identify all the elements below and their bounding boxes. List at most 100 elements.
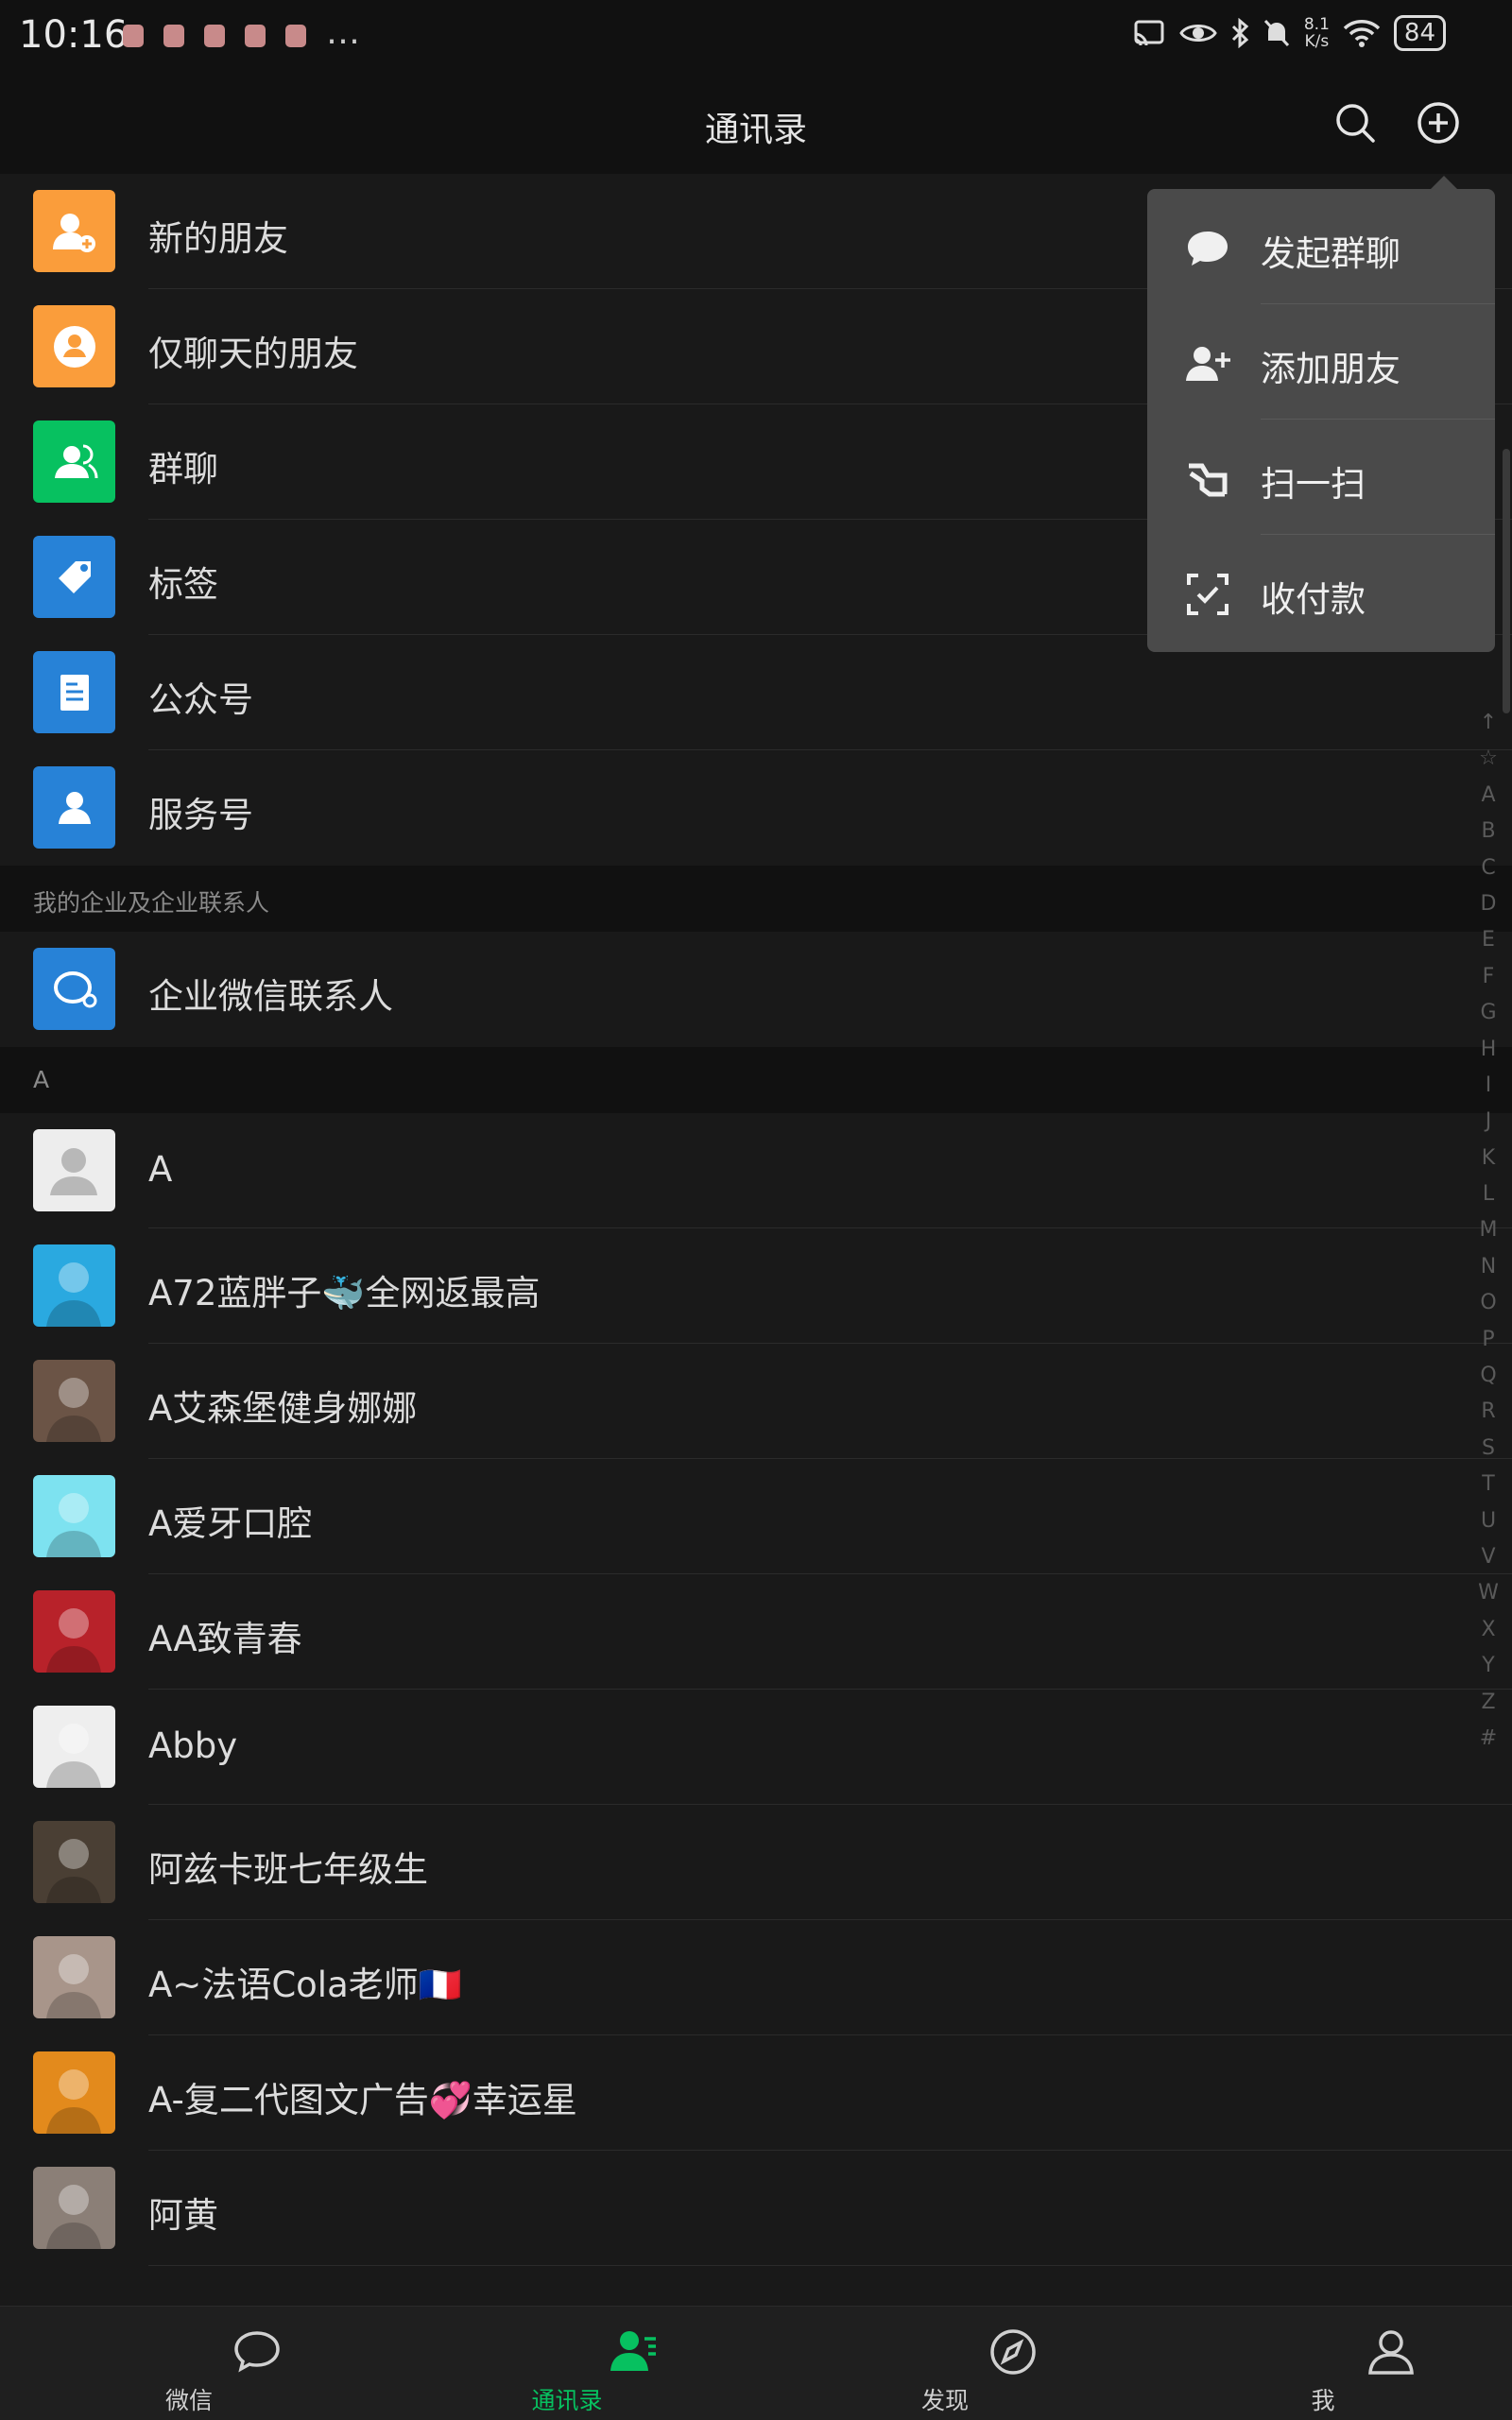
index-letter[interactable]: N — [1474, 1255, 1503, 1291]
avatar — [33, 1129, 115, 1211]
tab-bar: 微信 通讯录 发现 我 — [0, 2306, 1512, 2420]
index-letter[interactable]: M — [1474, 1218, 1503, 1254]
index-letter[interactable]: L — [1474, 1182, 1503, 1218]
popup-menu-item[interactable]: 添加朋友 — [1147, 304, 1495, 420]
popup-menu-item[interactable]: 收付款 — [1147, 535, 1495, 650]
index-letter[interactable]: V — [1474, 1545, 1503, 1581]
contact-name: A艾森堡健身娜娜 — [148, 1388, 418, 1429]
notification-icon — [123, 25, 144, 47]
avatar — [33, 1821, 115, 1903]
index-letter[interactable]: H — [1474, 1038, 1503, 1073]
entry-label: 服务号 — [148, 795, 253, 835]
index-letter[interactable]: F — [1474, 965, 1503, 1001]
contact-name: A爱牙口腔 — [148, 1503, 313, 1544]
index-letter[interactable]: T — [1474, 1472, 1503, 1508]
index-letter[interactable]: J — [1474, 1109, 1503, 1145]
index-letter[interactable]: A — [1474, 783, 1503, 819]
tab-label: 我 — [1311, 2387, 1335, 2414]
index-letter[interactable]: C — [1474, 856, 1503, 892]
add-friend-icon — [33, 190, 115, 272]
contact-row[interactable]: A~法语Cola老师🇫🇷 — [0, 1920, 1512, 2035]
contact-row[interactable]: A — [0, 1113, 1512, 1228]
index-letter[interactable]: ☆ — [1474, 747, 1503, 782]
tab-compass[interactable]: 发现 — [850, 2307, 1040, 2420]
popup-menu-label: 收付款 — [1261, 579, 1366, 620]
official-account-icon — [33, 651, 115, 733]
bluetooth-icon — [1231, 18, 1249, 48]
menu-entry-service-account[interactable]: 服务号 — [0, 750, 1512, 866]
tab-label: 微信 — [164, 2387, 213, 2414]
tab-label: 发现 — [920, 2387, 969, 2414]
nav-bar: 通讯录 — [0, 76, 1512, 174]
entry-label: 新的朋友 — [148, 218, 288, 259]
chat-only-icon — [33, 305, 115, 387]
alphabet-index[interactable]: ↑ ☆ A B C D E F G H I J K L M N O P Q R S T U V W X Y Z # — [1474, 711, 1503, 1762]
index-letter[interactable]: D — [1474, 892, 1503, 928]
contact-row[interactable]: 阿兹卡班七年级生 — [0, 1805, 1512, 1920]
contact-row[interactable]: Abby — [0, 1690, 1512, 1805]
avatar — [33, 1706, 115, 1788]
entry-label: 标签 — [148, 564, 218, 605]
index-letter[interactable]: I — [1474, 1073, 1503, 1109]
enterprise-contacts-item[interactable]: 企业微信联系人 — [0, 932, 1512, 1047]
contact-row[interactable]: A72蓝胖子🐳全网返最高 — [0, 1228, 1512, 1344]
page-title: 通讯录 — [704, 111, 807, 149]
scrollbar[interactable] — [1503, 449, 1510, 713]
popup-menu-item[interactable]: 发起群聊 — [1147, 189, 1495, 304]
entry-label: 群聊 — [148, 449, 218, 489]
index-letter[interactable]: O — [1474, 1291, 1503, 1327]
contact-name: AA致青春 — [148, 1619, 302, 1659]
index-letter[interactable]: X — [1474, 1618, 1503, 1654]
tab-contacts[interactable]: 通讯录 — [472, 2307, 662, 2420]
mute-bell-icon — [1263, 19, 1289, 47]
index-letter[interactable]: ↑ — [1474, 711, 1503, 747]
index-letter[interactable]: Y — [1474, 1654, 1503, 1690]
network-speed: 8.1 K/s — [1303, 15, 1330, 51]
index-letter[interactable]: R — [1474, 1399, 1503, 1435]
avatar — [33, 1936, 115, 2018]
cast-icon — [1134, 20, 1164, 46]
entry-label: 公众号 — [148, 679, 253, 720]
index-letter[interactable]: U — [1474, 1509, 1503, 1545]
index-letter[interactable]: G — [1474, 1001, 1503, 1037]
divider — [148, 2265, 1512, 2266]
popup-menu-label: 扫一扫 — [1261, 464, 1366, 505]
wifi-icon — [1343, 20, 1381, 47]
contact-row[interactable]: A爱牙口腔 — [0, 1459, 1512, 1574]
contact-row[interactable]: AA致青春 — [0, 1574, 1512, 1690]
tab-person[interactable]: 我 — [1228, 2307, 1418, 2420]
contact-name: 阿黄 — [148, 2195, 218, 2236]
index-letter[interactable]: Q — [1474, 1364, 1503, 1399]
contact-row[interactable]: A-复二代图文广告💞幸运星 — [0, 2035, 1512, 2151]
contact-row[interactable]: A艾森堡健身娜娜 — [0, 1344, 1512, 1459]
tag-icon — [33, 536, 115, 618]
search-icon[interactable] — [1332, 100, 1378, 146]
avatar — [33, 2167, 115, 2249]
menu-entry-official-account[interactable]: 公众号 — [0, 635, 1512, 750]
contact-name: Abby — [148, 1725, 238, 1766]
avatar — [33, 1360, 115, 1442]
avatar — [33, 1475, 115, 1557]
index-letter[interactable]: Z — [1474, 1691, 1503, 1726]
index-letter[interactable]: K — [1474, 1146, 1503, 1182]
tab-chat[interactable]: 微信 — [94, 2307, 284, 2420]
add-circle-icon[interactable] — [1416, 100, 1461, 146]
battery-indicator: 84 — [1393, 15, 1446, 51]
more-notifications: … — [326, 13, 360, 52]
index-letter[interactable]: # — [1474, 1726, 1503, 1762]
notification-icon — [163, 25, 184, 47]
index-letter[interactable]: S — [1474, 1436, 1503, 1472]
popup-menu-label: 发起群聊 — [1261, 233, 1400, 274]
index-letter[interactable]: E — [1474, 928, 1503, 964]
index-letter[interactable]: B — [1474, 819, 1503, 855]
entry-label: 仅聊天的朋友 — [148, 334, 358, 374]
notification-icon — [285, 25, 306, 47]
index-letter[interactable]: P — [1474, 1328, 1503, 1364]
index-letter[interactable]: W — [1474, 1581, 1503, 1617]
contact-row[interactable]: 阿黄 — [0, 2151, 1512, 2266]
popup-menu-item[interactable]: 扫一扫 — [1147, 420, 1495, 535]
tab-label: 通讯录 — [531, 2387, 603, 2414]
avatar — [33, 1244, 115, 1327]
scan-icon — [1183, 455, 1232, 504]
contact-name: A-复二代图文广告💞幸运星 — [148, 2080, 577, 2120]
